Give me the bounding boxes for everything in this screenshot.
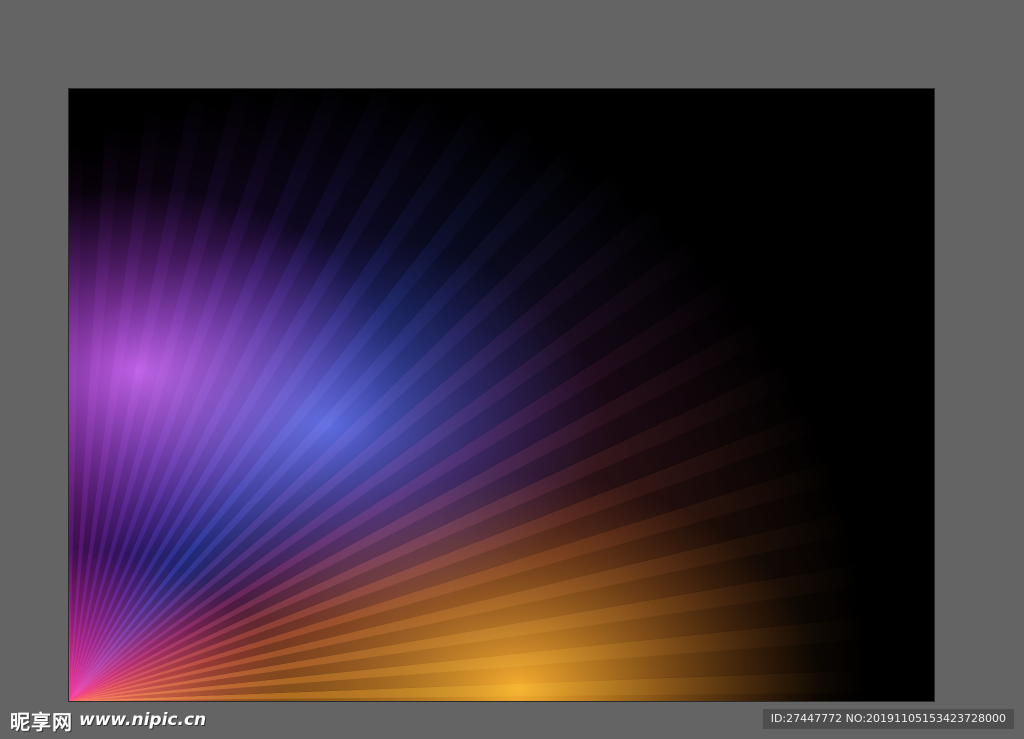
orange-glow (69, 89, 934, 701)
radial-fan-artwork (69, 89, 934, 701)
image-id-strip: ID:27447772 NO:20191105153423728000 (762, 709, 1014, 729)
watermark-url: www.nipic.cn (79, 710, 207, 730)
watermark-site-name: 昵享网 (10, 709, 73, 734)
workspace: 昵享网 www.nipic.cn ID:27447772 NO:20191105… (0, 0, 1024, 739)
artwork-canvas (68, 88, 935, 702)
watermark-logo: 昵享网 www.nipic.cn (10, 707, 207, 734)
